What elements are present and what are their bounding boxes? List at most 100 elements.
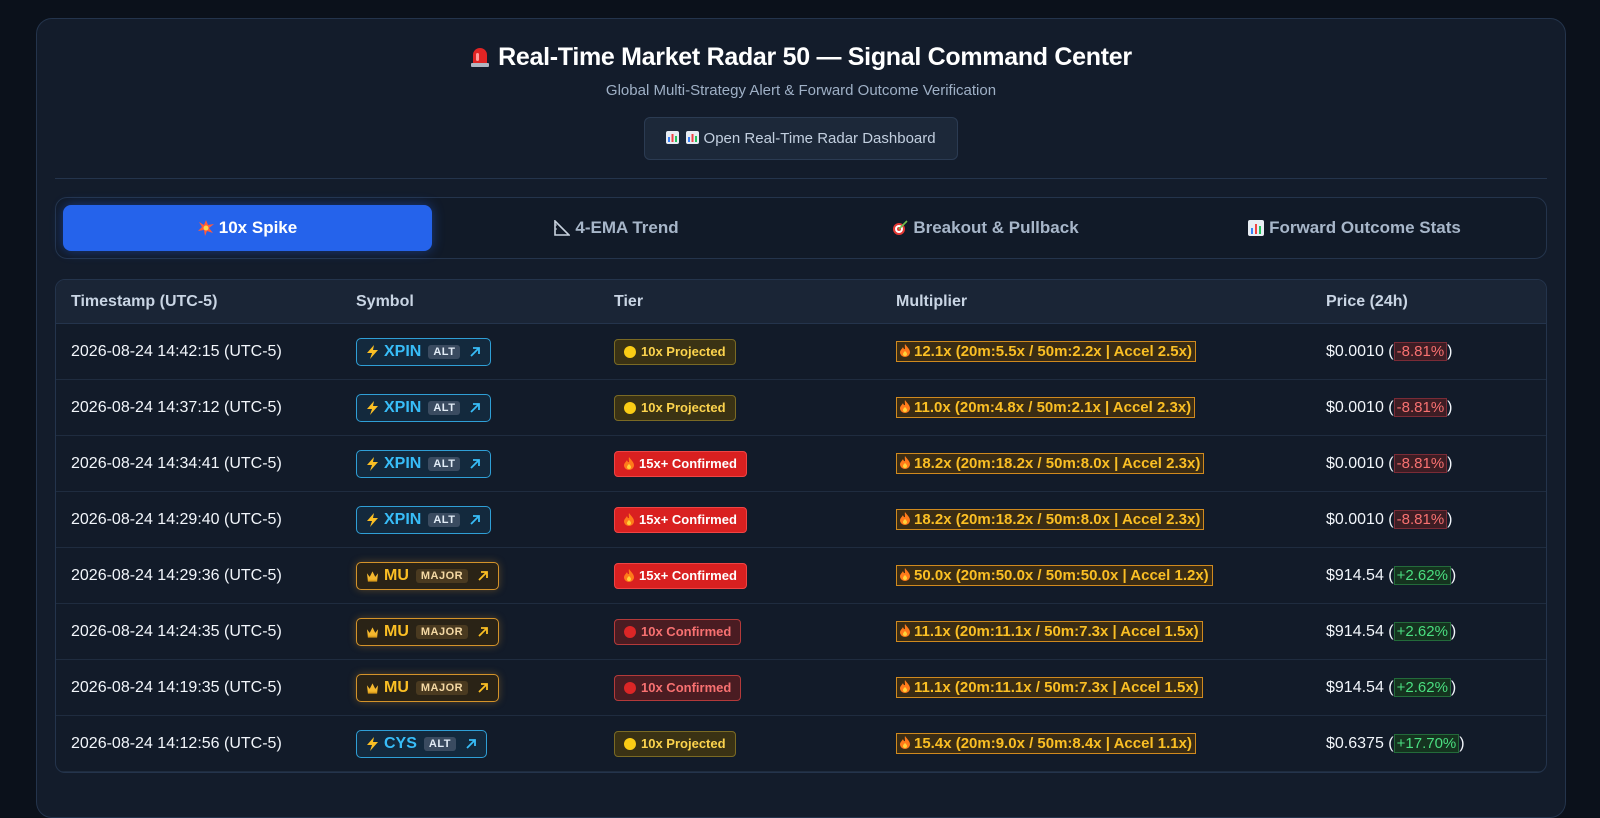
multiplier-badge: 50.0x (20m:50.0x / 50m:50.0x | Accel 1.2…: [896, 565, 1213, 586]
price-change-badge: +17.70%: [1393, 734, 1460, 753]
tier-text: 10x Projected: [641, 344, 726, 359]
column-header-price[interactable]: Price (24h): [1311, 280, 1546, 324]
multiplier-text: 12.1x (20m:5.5x / 50m:2.2x | Accel 2.5x): [914, 343, 1192, 360]
price-text: $0.0010: [1326, 399, 1384, 416]
multiplier-text: 11.1x (20m:11.1x / 50m:7.3x | Accel 1.5x…: [914, 623, 1199, 640]
tab-10x-spike[interactable]: 10x Spike: [63, 205, 432, 251]
symbol-badge[interactable]: MU MAJOR: [356, 561, 500, 590]
symbol-cell: XPIN ALT: [341, 323, 599, 380]
multiplier-text: 15.4x (20m:9.0x / 50m:8.4x | Accel 1.1x): [914, 735, 1192, 752]
tier-cell: 15x+ Confirmed: [599, 491, 881, 548]
tier-badge: 10x Confirmed: [614, 674, 742, 701]
open-dashboard-button[interactable]: Open Real-Time Radar Dashboard: [644, 117, 958, 160]
price-cell: $0.0010 (-8.81%): [1311, 379, 1546, 436]
symbol-cell: MU MAJOR: [341, 547, 599, 604]
page-title-text: Real-Time Market Radar 50 — Signal Comma…: [498, 43, 1132, 71]
multiplier-badge: 11.0x (20m:4.8x / 50m:2.1x | Accel 2.3x): [896, 397, 1196, 418]
tier-badge: 15x+ Confirmed: [614, 506, 747, 533]
timestamp-cell: 2026-08-24 14:37:12 (UTC-5): [56, 379, 341, 436]
fire-icon: [900, 512, 910, 525]
tab-forward-outcome-stats[interactable]: Forward Outcome Stats: [1170, 205, 1539, 251]
column-header-multiplier[interactable]: Multiplier: [881, 280, 1311, 324]
target-icon: [893, 220, 908, 235]
external-link-arrow-icon: [478, 682, 489, 693]
table-header-row: Timestamp (UTC-5) Symbol Tier Multiplier…: [56, 280, 1546, 324]
tier-badge: 10x Confirmed: [614, 618, 742, 645]
tab-label: 4-EMA Trend: [575, 218, 679, 237]
symbol-badge[interactable]: XPIN ALT: [356, 505, 492, 534]
symbol-badge[interactable]: XPIN ALT: [356, 393, 492, 422]
siren-icon: [471, 48, 490, 67]
bar-chart-icon: [685, 131, 699, 144]
timestamp-cell: 2026-08-24 14:29:36 (UTC-5): [56, 547, 341, 604]
signals-table-container: Timestamp (UTC-5) Symbol Tier Multiplier…: [55, 279, 1547, 773]
symbol-badge[interactable]: MU MAJOR: [356, 673, 500, 702]
asset-class-badge: MAJOR: [415, 680, 469, 695]
bar-chart-icon: [1248, 220, 1265, 236]
symbol-badge[interactable]: XPIN ALT: [356, 449, 492, 478]
multiplier-cell: 11.0x (20m:4.8x / 50m:2.1x | Accel 2.3x): [881, 379, 1311, 436]
timestamp-cell: 2026-08-24 14:29:40 (UTC-5): [56, 491, 341, 548]
tier-badge: 15x+ Confirmed: [614, 450, 747, 477]
table-row[interactable]: 2026-08-24 14:12:56 (UTC-5) CYS ALT 10x Pro…: [56, 715, 1546, 772]
table-body: 2026-08-24 14:42:15 (UTC-5) XPIN ALT 10x Pr…: [56, 323, 1546, 772]
price-cell: $914.54 (+2.62%): [1311, 659, 1546, 716]
price-text: $0.0010: [1326, 455, 1384, 472]
external-link-arrow-icon: [466, 738, 476, 749]
fire-icon: [900, 680, 910, 693]
fire-icon: [900, 624, 910, 637]
asset-class-badge: MAJOR: [415, 568, 469, 583]
table-row[interactable]: 2026-08-24 14:34:41 (UTC-5) XPIN ALT 15x+ C…: [56, 435, 1546, 492]
tier-text: 10x Confirmed: [641, 680, 732, 695]
tier-cell: 15x+ Confirmed: [599, 547, 881, 604]
price-text: $914.54: [1326, 623, 1384, 640]
multiplier-text: 11.1x (20m:11.1x / 50m:7.3x | Accel 1.5x…: [914, 679, 1199, 696]
tab-breakout-pullback[interactable]: Breakout & Pullback: [801, 205, 1170, 251]
symbol-badge[interactable]: XPIN ALT: [356, 337, 492, 366]
tier-text: 15x+ Confirmed: [639, 456, 737, 471]
lightning-icon: [367, 736, 378, 751]
column-header-timestamp[interactable]: Timestamp (UTC-5): [56, 280, 341, 324]
external-link-arrow-icon: [478, 570, 489, 581]
symbol-text: XPIN: [384, 342, 422, 360]
tier-text: 10x Confirmed: [641, 624, 732, 639]
asset-class-badge: ALT: [428, 344, 461, 359]
multiplier-text: 11.0x (20m:4.8x / 50m:2.1x | Accel 2.3x): [914, 399, 1192, 416]
column-header-tier[interactable]: Tier: [599, 280, 881, 324]
page-header: Real-Time Market Radar 50 — Signal Comma…: [37, 19, 1565, 160]
yellow-dot-icon: [624, 737, 636, 750]
symbol-cell: XPIN ALT: [341, 379, 599, 436]
tab-4-ema-trend[interactable]: 4-EMA Trend: [432, 205, 801, 251]
asset-class-badge: ALT: [428, 456, 461, 471]
symbol-badge[interactable]: MU MAJOR: [356, 617, 500, 646]
table-row[interactable]: 2026-08-24 14:29:36 (UTC-5) MU MAJOR 15x+ C…: [56, 547, 1546, 604]
table-row[interactable]: 2026-08-24 14:29:40 (UTC-5) XPIN ALT 15x+ C…: [56, 491, 1546, 548]
price-change-badge: -8.81%: [1393, 398, 1448, 417]
symbol-badge[interactable]: CYS ALT: [356, 729, 487, 758]
red-dot-icon: [624, 681, 636, 694]
tier-text: 15x+ Confirmed: [639, 512, 737, 527]
table-row[interactable]: 2026-08-24 14:37:12 (UTC-5) XPIN ALT 10x Pr…: [56, 379, 1546, 436]
price-text: $0.6375: [1326, 735, 1384, 752]
symbol-text: MU: [384, 678, 409, 696]
tier-text: 15x+ Confirmed: [639, 568, 737, 583]
symbol-text: MU: [384, 622, 409, 640]
fire-icon: [900, 736, 910, 749]
column-header-symbol[interactable]: Symbol: [341, 280, 599, 324]
tier-cell: 10x Projected: [599, 715, 881, 772]
symbol-cell: MU MAJOR: [341, 603, 599, 660]
asset-class-badge: ALT: [423, 736, 456, 751]
table-row[interactable]: 2026-08-24 14:24:35 (UTC-5) MU MAJOR 10x Co…: [56, 603, 1546, 660]
open-dashboard-label: Open Real-Time Radar Dashboard: [703, 130, 936, 147]
triangle-ruler-icon: [554, 220, 571, 236]
table-row[interactable]: 2026-08-24 14:42:15 (UTC-5) XPIN ALT 10x Pr…: [56, 323, 1546, 380]
external-link-arrow-icon: [478, 626, 489, 637]
multiplier-badge: 11.1x (20m:11.1x / 50m:7.3x | Accel 1.5x…: [896, 621, 1203, 642]
fire-icon: [900, 400, 910, 413]
timestamp-cell: 2026-08-24 14:24:35 (UTC-5): [56, 603, 341, 660]
fire-icon: [900, 344, 910, 357]
multiplier-cell: 50.0x (20m:50.0x / 50m:50.0x | Accel 1.2…: [881, 547, 1311, 604]
symbol-text: CYS: [384, 734, 417, 752]
table-row[interactable]: 2026-08-24 14:19:35 (UTC-5) MU MAJOR 10x Co…: [56, 659, 1546, 716]
price-cell: $914.54 (+2.62%): [1311, 603, 1546, 660]
